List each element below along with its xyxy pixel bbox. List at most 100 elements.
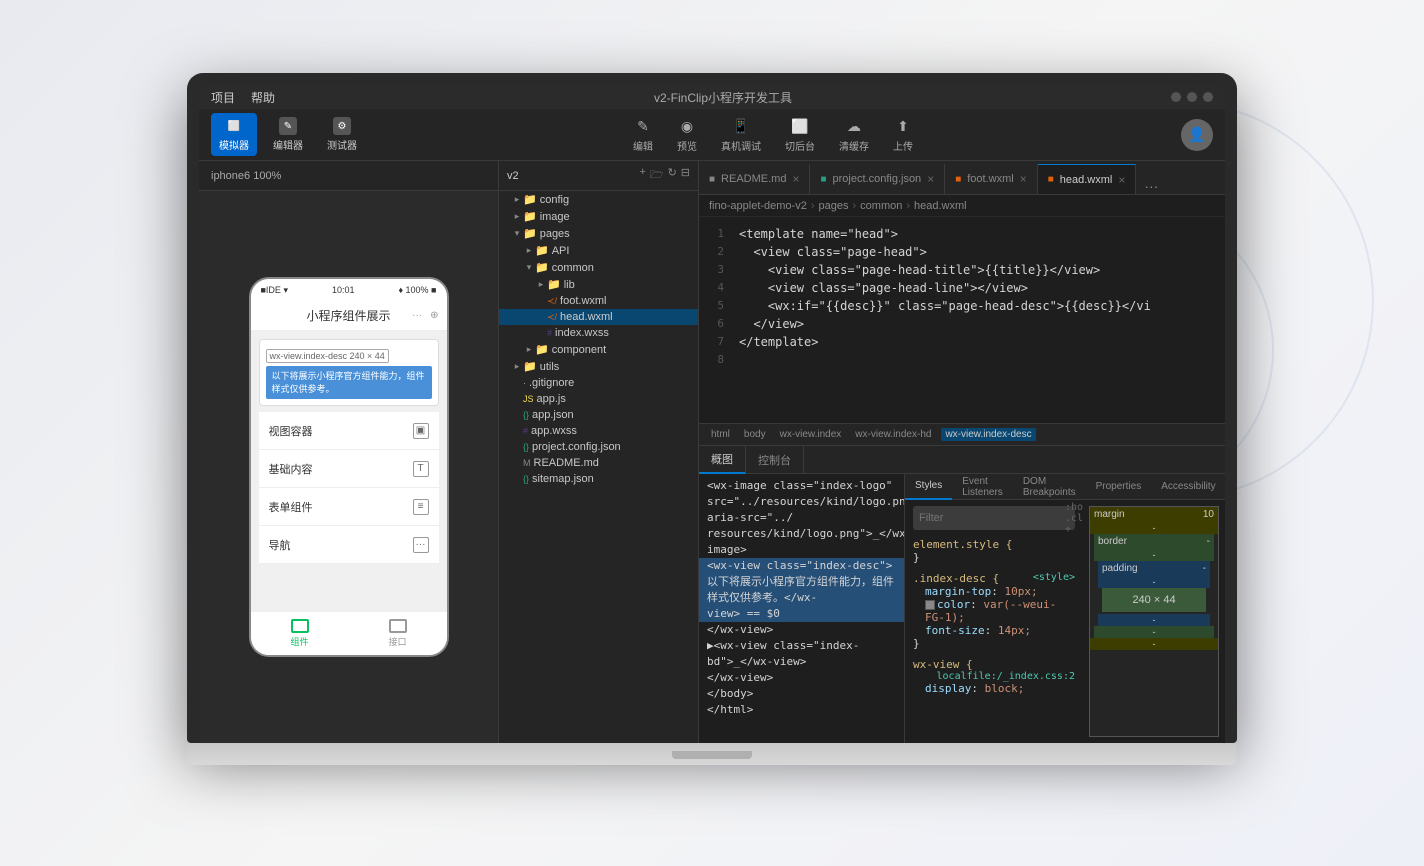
refresh-btn[interactable]: ↻ — [668, 166, 677, 185]
tree-item-app-wxss[interactable]: #app.wxss — [499, 423, 698, 439]
device-debug-label: 真机调试 — [721, 138, 761, 153]
action-clear-cache[interactable]: ☁ 清缓存 — [839, 116, 869, 153]
bottom-panel-tabs: 概图 控制台 — [699, 446, 1225, 474]
clear-cache-icon: ☁ — [844, 116, 864, 136]
new-folder-btn[interactable]: 🗁 — [650, 166, 664, 185]
action-upload[interactable]: ⬆ 上传 — [893, 116, 913, 153]
element-tag-0[interactable]: html — [707, 428, 734, 441]
tree-item-pages[interactable]: ▾📁pages — [499, 225, 698, 242]
filter-input[interactable] — [919, 512, 1061, 524]
upload-label: 上传 — [893, 138, 913, 153]
tab-README-md[interactable]: ■README.md× — [699, 164, 810, 194]
tree-item-config[interactable]: ▸📁config — [499, 191, 698, 208]
win-minimize[interactable] — [1171, 92, 1181, 102]
action-preview[interactable]: ◉ 预览 — [677, 116, 697, 153]
preview-icon: ◉ — [677, 116, 697, 136]
nav-api-label: 接口 — [388, 635, 406, 648]
tab-foot-wxml[interactable]: ■foot.wxml× — [945, 164, 1038, 194]
element-tag-4[interactable]: wx-view.index-desc — [941, 428, 1035, 441]
breadcrumb-sep-1: › — [853, 200, 857, 212]
toolbar-tester-btn[interactable]: ⚙ 测试器 — [319, 113, 365, 156]
tree-item-component[interactable]: ▸📁component — [499, 341, 698, 358]
action-background[interactable]: ⬜ 切后台 — [785, 116, 815, 153]
menu-project[interactable]: 项目 — [211, 89, 235, 106]
tree-item-app-json[interactable]: {}app.json — [499, 407, 698, 423]
win-close[interactable] — [1203, 92, 1213, 102]
tree-item-image[interactable]: ▸📁image — [499, 208, 698, 225]
tree-item-lib[interactable]: ▸📁lib — [499, 276, 698, 293]
phone-title-bar: 小程序组件展示 ··· ⊕ — [251, 301, 447, 331]
phone-title: 小程序组件展示 — [306, 307, 390, 324]
element-tag-1[interactable]: body — [740, 428, 770, 441]
ide: 项目 帮助 v2-FinClip小程序开发工具 ⬜ 模拟器 — [199, 85, 1225, 743]
list-item-3: 导航 ··· — [259, 526, 439, 564]
bottom-tab-overview[interactable]: 概图 — [699, 446, 746, 474]
styles-tab-0[interactable]: Styles — [905, 474, 952, 500]
line-num-5: 5 — [699, 297, 734, 315]
list-item-0: 视图容器 ▣ — [259, 412, 439, 450]
breadcrumb: fino-applet-demo-v2›pages›common›head.wx… — [699, 195, 1225, 217]
tree-item-README-md[interactable]: MREADME.md — [499, 455, 698, 471]
css-rule-1: .index-desc {<style>margin-top: 10px;col… — [913, 572, 1075, 650]
list-item-label-2: 表单组件 — [269, 499, 313, 515]
line-content-6: </view> — [734, 315, 1225, 333]
user-avatar[interactable]: 👤 — [1181, 119, 1213, 151]
toolbar-right: 👤 — [1181, 119, 1213, 151]
code-line-6: 6 </view> — [699, 315, 1225, 333]
window-title: v2-FinClip小程序开发工具 — [291, 89, 1155, 106]
styles-tab-3[interactable]: Properties — [1086, 474, 1152, 500]
line-num-6: 6 — [699, 315, 734, 333]
tree-item-app-js[interactable]: JSapp.js — [499, 391, 698, 407]
main-content: iphone6 100% ■IDE ▾ 10:01 ♦ 100% ■ — [199, 161, 1225, 743]
new-file-btn[interactable]: + — [639, 166, 645, 185]
html-line-2: <wx-view class="index-desc">以下将展示小程序官方组件… — [699, 558, 904, 606]
phone-nav: 组件 接口 — [251, 611, 447, 655]
tab-project-config-json[interactable]: ■project.config.json× — [810, 164, 945, 194]
win-maximize[interactable] — [1187, 92, 1197, 102]
nav-item-component[interactable]: 组件 — [251, 619, 349, 648]
file-explorer: v2 + 🗁 ↻ ⊟ ▸📁config▸📁image▾📁pages▸📁API▾📁… — [499, 161, 699, 743]
element-tag-2[interactable]: wx-view.index — [776, 428, 846, 441]
tree-item-API[interactable]: ▸📁API — [499, 242, 698, 259]
nav-api-icon — [389, 619, 407, 633]
html-line-8: </html> — [699, 702, 904, 718]
action-device-debug[interactable]: 📱 真机调试 — [721, 116, 761, 153]
nav-item-api[interactable]: 接口 — [349, 619, 447, 648]
tree-item-sitemap-json[interactable]: {}sitemap.json — [499, 471, 698, 487]
toolbar-editor-btn[interactable]: ✎ 编辑器 — [265, 113, 311, 156]
menu-help[interactable]: 帮助 — [251, 89, 275, 106]
code-editor[interactable]: 1<template name="head">2 <view class="pa… — [699, 217, 1225, 423]
element-tag-3[interactable]: wx-view.index-hd — [851, 428, 935, 441]
tree-item-project-config-json[interactable]: {}project.config.json — [499, 439, 698, 455]
explorer-header: v2 + 🗁 ↻ ⊟ — [499, 161, 698, 191]
phone-signal: ■IDE ▾ — [261, 285, 288, 296]
html-line-4: </wx-view> — [699, 622, 904, 638]
html-line-5: ▶<wx-view class="index-bd">_</wx-view> — [699, 638, 904, 670]
styles-tabs: StylesEvent ListenersDOM BreakpointsProp… — [905, 474, 1225, 500]
styles-tab-1[interactable]: Event Listeners — [952, 474, 1013, 500]
toolbar-simulator-btn[interactable]: ⬜ 模拟器 — [211, 113, 257, 156]
device-panel-header: iphone6 100% — [199, 161, 498, 191]
tab-head-wxml[interactable]: ■head.wxml× — [1038, 164, 1137, 194]
action-edit[interactable]: ✎ 编辑 — [633, 116, 653, 153]
tree-item-foot-wxml[interactable]: ≺/foot.wxml — [499, 293, 698, 309]
file-tree: ▸📁config▸📁image▾📁pages▸📁API▾📁common▸📁lib… — [499, 191, 698, 487]
highlighted-element: wx-view.index-desc 240 × 44 以下将展示小程序官方组件… — [259, 339, 439, 406]
tree-item--gitignore[interactable]: ·.gitignore — [499, 375, 698, 391]
code-line-1: 1<template name="head"> — [699, 225, 1225, 243]
bottom-tab-console[interactable]: 控制台 — [746, 446, 804, 474]
collapse-btn[interactable]: ⊟ — [681, 166, 690, 185]
tree-item-common[interactable]: ▾📁common — [499, 259, 698, 276]
tree-item-head-wxml[interactable]: ≺/head.wxml — [499, 309, 698, 325]
styles-tab-4[interactable]: Accessibility — [1151, 474, 1225, 500]
phone-battery: ♦ 100% ■ — [398, 285, 436, 295]
tree-item-index-wxss[interactable]: #index.wxss — [499, 325, 698, 341]
list-item-label-0: 视图容器 — [269, 423, 313, 439]
styles-tab-2[interactable]: DOM Breakpoints — [1013, 474, 1086, 500]
tree-item-utils[interactable]: ▸📁utils — [499, 358, 698, 375]
line-content-1: <template name="head"> — [734, 225, 1225, 243]
tab-more-btn[interactable]: ··· — [1136, 178, 1166, 194]
nav-component-icon — [291, 619, 309, 633]
breadcrumb-item-1: pages — [819, 200, 849, 212]
html-line-1: resources/kind/logo.png">_</wx-image> — [699, 526, 904, 558]
